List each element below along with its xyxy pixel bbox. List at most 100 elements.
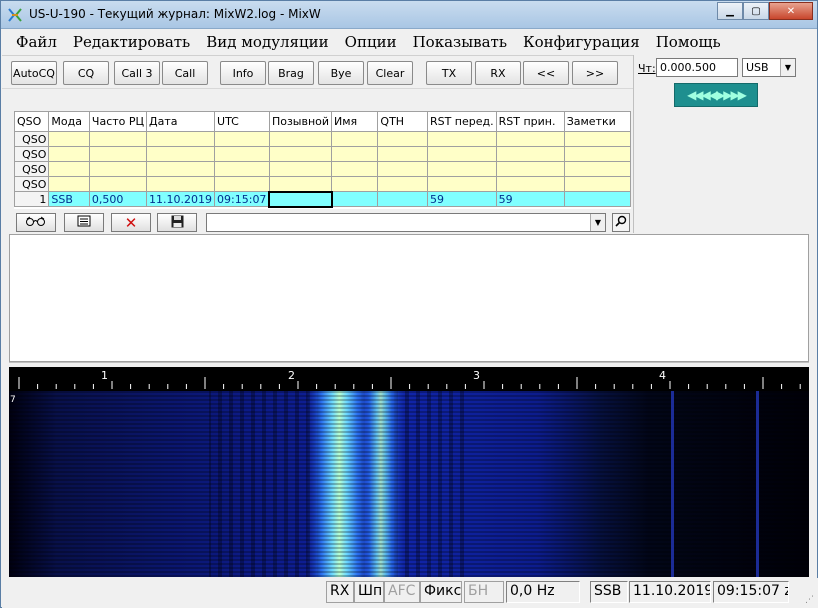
col-header-rst-sent[interactable]: RST перед. <box>426 111 497 132</box>
record-form-icon <box>77 215 91 230</box>
table-row[interactable]: QSO <box>13 176 632 192</box>
scale-label-2: 2 <box>288 369 295 382</box>
callsign-combo[interactable]: ▼ <box>206 213 606 232</box>
active-log-row[interactable]: 1 SSB 0,500 11.10.2019 09:15:07 59 59 <box>13 190 632 208</box>
col-header-mode[interactable]: Мода <box>48 111 90 132</box>
col-header-freq[interactable]: Часто РЦ <box>88 111 148 132</box>
log-toolbar: ✕ ▼ <box>14 211 631 235</box>
rst-sent-cell[interactable]: 59 <box>426 191 497 207</box>
notes-cell[interactable] <box>563 191 632 207</box>
table-row[interactable]: QSO <box>13 146 632 162</box>
autocq-button[interactable]: AutoCQ <box>11 61 57 85</box>
cq-button[interactable]: CQ <box>63 61 109 85</box>
search-button[interactable] <box>612 213 630 232</box>
status-afc[interactable]: AFC <box>384 581 420 603</box>
status-rx[interactable]: RX <box>326 581 354 603</box>
col-header-call[interactable]: Позывной <box>268 111 333 132</box>
log-table: QSO Мода Часто РЦ Дата UTC Позывной Имя … <box>13 111 632 209</box>
waterfall-graphic <box>9 367 809 577</box>
right-empty-area <box>633 111 817 233</box>
search-icon <box>615 215 627 230</box>
red-x-icon: ✕ <box>124 213 138 232</box>
brag-button[interactable]: Brag <box>268 61 314 85</box>
maximize-button[interactable]: ▢ <box>743 2 769 20</box>
menu-help[interactable]: Помощь <box>648 30 729 54</box>
status-mode[interactable]: SSB <box>590 581 628 603</box>
macro-toolbar: AutoCQ CQ Call 3 Call Info Brag Bye Clea… <box>2 55 634 111</box>
scale-label-4: 4 <box>659 369 666 382</box>
frequency-label: Чт: <box>638 62 656 75</box>
log-grid: QSO Мода Часто РЦ Дата UTC Позывной Имя … <box>13 111 632 208</box>
menu-file[interactable]: Файл <box>8 30 65 54</box>
call3-button[interactable]: Call 3 <box>114 61 160 85</box>
glasses-icon <box>25 216 47 229</box>
status-date: 11.10.2019 <box>629 581 711 603</box>
date-cell[interactable]: 11.10.2019 <box>146 191 216 207</box>
status-shp[interactable]: Шп <box>354 581 384 603</box>
prev-button[interactable]: << <box>523 61 569 85</box>
menu-mode[interactable]: Вид модуляции <box>198 30 336 54</box>
frequency-scale: 1 2 3 4 <box>9 367 809 389</box>
waterfall-side-mark: 7 <box>10 395 16 405</box>
status-fix[interactable]: Фикс <box>420 581 462 603</box>
qth-cell[interactable] <box>377 191 428 207</box>
title-bar[interactable]: US-U-190 - Текущий журнал: MixW2.log - M… <box>1 1 817 29</box>
delete-record-button[interactable]: ✕ <box>111 213 151 232</box>
frequency-panel: Чт: 0.000.500 USB ▼ ◀◀◀◀▶▶▶▶ <box>633 55 799 111</box>
call-button[interactable]: Call <box>162 61 208 85</box>
lookup-button[interactable] <box>16 213 56 232</box>
menu-edit[interactable]: Редактировать <box>65 30 198 54</box>
status-bn[interactable]: БН <box>464 581 504 603</box>
row-qso-cell: QSO <box>13 176 50 192</box>
next-button[interactable]: >> <box>572 61 618 85</box>
scale-label-3: 3 <box>473 369 480 382</box>
status-bar: RX Шп AFC Фикс БН 0,0 Hz SSB 11.10.2019 … <box>2 578 818 608</box>
clear-button[interactable]: Clear <box>367 61 413 85</box>
col-header-date[interactable]: Дата <box>146 111 216 132</box>
waterfall-display[interactable]: 1 2 3 4 7 <box>9 367 809 577</box>
utc-cell[interactable]: 09:15:07 <box>214 191 270 207</box>
row-qso-cell: QSO <box>13 146 50 162</box>
resize-grip-icon[interactable]: ⋰ <box>805 595 814 605</box>
menu-view[interactable]: Показывать <box>405 30 515 54</box>
mode-select-value: USB <box>746 61 769 74</box>
freq-cell[interactable]: 0,500 <box>88 191 148 207</box>
menu-bar: Файл Редактировать Вид модуляции Опции П… <box>2 30 816 54</box>
menu-options[interactable]: Опции <box>337 30 405 54</box>
row-qso-cell: QSO <box>13 161 50 177</box>
menu-config[interactable]: Конфигурация <box>515 30 648 54</box>
frequency-input[interactable]: 0.000.500 <box>656 58 738 77</box>
name-cell[interactable] <box>331 191 379 207</box>
col-header-rst-rcvd[interactable]: RST прин. <box>495 111 565 132</box>
dropdown-arrow-icon: ▼ <box>780 59 795 76</box>
save-record-button[interactable] <box>157 213 197 232</box>
receive-text-area[interactable] <box>9 234 809 362</box>
col-header-qso[interactable]: QSO <box>13 111 50 132</box>
tune-arrows-button[interactable]: ◀◀◀◀▶▶▶▶ <box>674 83 758 107</box>
col-header-notes[interactable]: Заметки <box>563 111 632 132</box>
row-number-cell: 1 <box>13 191 50 207</box>
main-window: US-U-190 - Текущий журнал: MixW2.log - M… <box>0 0 818 608</box>
table-row[interactable]: QSO <box>13 131 632 147</box>
minimize-button[interactable]: ▁ <box>717 2 743 20</box>
tx-button[interactable]: TX <box>426 61 472 85</box>
edit-record-button[interactable] <box>64 213 104 232</box>
mode-cell[interactable]: SSB <box>48 191 90 207</box>
close-button[interactable]: ✕ <box>769 2 813 20</box>
toolbar-divider <box>2 88 634 89</box>
rst-rcvd-cell[interactable]: 59 <box>495 191 565 207</box>
dropdown-arrow-icon: ▼ <box>590 214 605 231</box>
mode-select[interactable]: USB ▼ <box>742 58 796 77</box>
status-time: 09:15:07 z <box>713 581 789 603</box>
col-header-qth[interactable]: QTH <box>377 111 428 132</box>
rx-button[interactable]: RX <box>475 61 521 85</box>
table-row[interactable]: QSO <box>13 161 632 177</box>
minimize-icon: ▁ <box>726 5 734 17</box>
scale-label-1: 1 <box>101 369 108 382</box>
col-header-name[interactable]: Имя <box>331 111 379 132</box>
col-header-utc[interactable]: UTC <box>214 111 270 132</box>
info-button[interactable]: Info <box>220 61 266 85</box>
log-header-row: QSO Мода Часто РЦ Дата UTC Позывной Имя … <box>13 111 632 132</box>
bye-button[interactable]: Bye <box>318 61 364 85</box>
call-cell[interactable] <box>268 190 333 208</box>
